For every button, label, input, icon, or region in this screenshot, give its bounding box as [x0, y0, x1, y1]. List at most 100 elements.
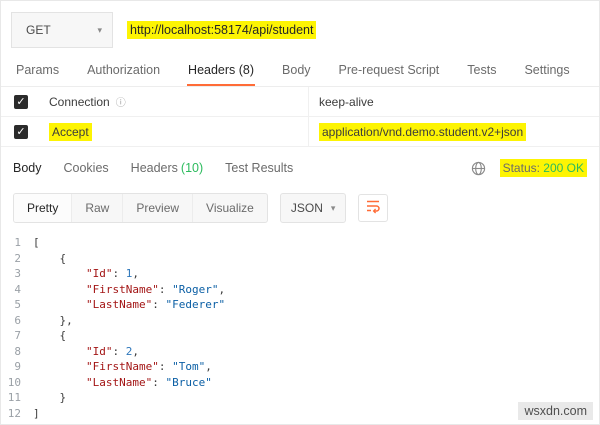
header-key-cell[interactable]: Accept — [41, 117, 309, 146]
code-text: "FirstName": "Roger", — [33, 282, 225, 298]
format-dropdown[interactable]: JSON ▾ — [279, 193, 347, 223]
line-number: 4 — [14, 282, 21, 296]
code-token: "FirstName" — [85, 282, 159, 296]
line-number: 7 — [14, 329, 21, 342]
code-token: } — [33, 391, 67, 404]
code-line: 7 { — [1, 328, 599, 344]
checkbox-cell: ✓ — [1, 94, 41, 109]
code-token: , — [205, 360, 212, 373]
header-value-cell[interactable]: application/vnd.demo.student.v2+json — [309, 117, 599, 146]
code-token: "Bruce" — [165, 375, 212, 389]
code-text: { — [33, 328, 66, 344]
line-number: 9 — [14, 360, 21, 373]
line-number: 8 — [14, 344, 21, 358]
code-text: "Id": 2, — [33, 344, 139, 360]
tab-headers-8[interactable]: Headers (8) — [187, 57, 256, 86]
response-view-bar: Pretty Raw Preview Visualize JSON ▾ — [1, 185, 599, 233]
code-line: 2 { — [1, 251, 599, 267]
header-key-cell[interactable]: Connection ⓘ — [41, 87, 309, 116]
code-token: , — [132, 344, 139, 358]
response-header: Body Cookies Headers (10) Test Results Statu… — [1, 147, 599, 185]
line-number: 5 — [14, 298, 21, 311]
code-line: 12] — [1, 406, 599, 422]
headers-table: ✓ Connection ⓘ keep-alive ✓ Accept application… — [1, 87, 599, 147]
response-tab-headers[interactable]: Headers (10) — [131, 161, 203, 175]
code-token: "Federer" — [165, 298, 226, 311]
line-number: 1 — [14, 236, 21, 249]
response-tab-body[interactable]: Body — [13, 161, 42, 175]
code-token: ] — [33, 406, 40, 420]
line-number: 11 — [7, 391, 21, 404]
code-line: 4 "FirstName": "Roger", — [1, 282, 599, 298]
response-tab-label: Body — [13, 161, 42, 175]
status-label: Status: — [502, 161, 540, 175]
header-key-text: Accept — [49, 122, 92, 141]
tab-body[interactable]: Body — [281, 57, 312, 86]
code-token: [ — [33, 236, 40, 249]
view-tab-raw[interactable]: Raw — [72, 194, 124, 222]
view-tab-preview[interactable]: Preview — [123, 194, 194, 222]
code-line: 1[ — [1, 235, 599, 251]
view-mode-tabs: Pretty Raw Preview Visualize — [13, 193, 268, 223]
info-icon: ⓘ — [115, 98, 126, 109]
header-value-cell[interactable]: keep-alive — [309, 87, 599, 116]
checkbox-cell: ✓ — [1, 124, 41, 139]
code-line: 5 "LastName": "Federer" — [1, 297, 599, 313]
code-text: "Id": 1, — [33, 266, 139, 282]
response-tab-test-results[interactable]: Test Results — [225, 161, 293, 175]
code-line: 9 "FirstName": "Tom", — [1, 359, 599, 375]
header-row: ✓ Connection ⓘ keep-alive — [1, 87, 599, 117]
method-label: GET — [26, 23, 51, 37]
watermark: wsxdn.com — [518, 402, 593, 420]
globe-icon[interactable] — [471, 161, 486, 176]
code-token: : — [158, 282, 173, 296]
header-checkbox[interactable]: ✓ — [14, 94, 28, 109]
code-line: 3 "Id": 1, — [1, 266, 599, 282]
chevron-down-icon: ▾ — [330, 202, 336, 213]
header-row: ✓ Accept application/vnd.demo.student.v2+j… — [1, 117, 599, 147]
tab-authorization[interactable]: Authorization — [86, 57, 161, 86]
response-tab-label: Cookies — [63, 161, 109, 175]
code-token: : — [152, 298, 166, 311]
header-checkbox[interactable]: ✓ — [14, 124, 28, 139]
view-tab-visualize[interactable]: Visualize — [193, 194, 267, 222]
code-line: 8 "Id": 2, — [1, 344, 599, 360]
code-text: "LastName": "Bruce" — [33, 375, 212, 391]
code-line: 6 }, — [1, 313, 599, 329]
url-text: http://localhost:58174/api/student — [127, 21, 317, 39]
code-token: , — [218, 282, 226, 296]
code-text: ] — [33, 406, 40, 422]
code-area[interactable]: 1[2 {3 "Id": 1, 4 "FirstName": "Roger", 5 … — [1, 233, 599, 421]
response-tabs: Body Cookies Headers (10) Test Results — [13, 161, 293, 175]
response-tab-cookies[interactable]: Cookies — [64, 161, 109, 175]
code-text: { — [33, 251, 66, 267]
header-value-text: keep-alive — [319, 94, 374, 109]
tab-pre-request-script[interactable]: Pre-request Script — [338, 57, 441, 86]
line-number: 3 — [14, 267, 21, 280]
request-tabs: Params Authorization Headers (8) Body Pre-re… — [1, 57, 599, 87]
code-token: }, — [33, 313, 73, 327]
method-dropdown[interactable]: GET ▾ — [11, 12, 113, 48]
wrap-text-button[interactable] — [358, 194, 389, 222]
view-tab-pretty[interactable]: Pretty — [14, 194, 73, 222]
header-key-text: Connection — [49, 94, 110, 109]
code-text: "LastName": "Federer" — [33, 297, 225, 313]
code-text: [ — [33, 235, 40, 251]
wrap-text-icon — [365, 198, 381, 219]
response-tab-label: Test Results — [225, 161, 294, 175]
tab-settings[interactable]: Settings — [523, 57, 570, 86]
url-input[interactable]: http://localhost:58174/api/student — [113, 12, 587, 48]
tab-tests[interactable]: Tests — [466, 57, 497, 86]
tab-params[interactable]: Params — [15, 57, 60, 86]
code-token: "LastName" — [85, 298, 153, 311]
code-text: "FirstName": "Tom", — [33, 359, 212, 375]
code-token: : — [112, 344, 126, 358]
code-token: : — [152, 375, 166, 389]
code-token: : — [112, 267, 126, 280]
code-token: "FirstName" — [85, 360, 159, 373]
code-token: "Tom" — [172, 360, 206, 373]
